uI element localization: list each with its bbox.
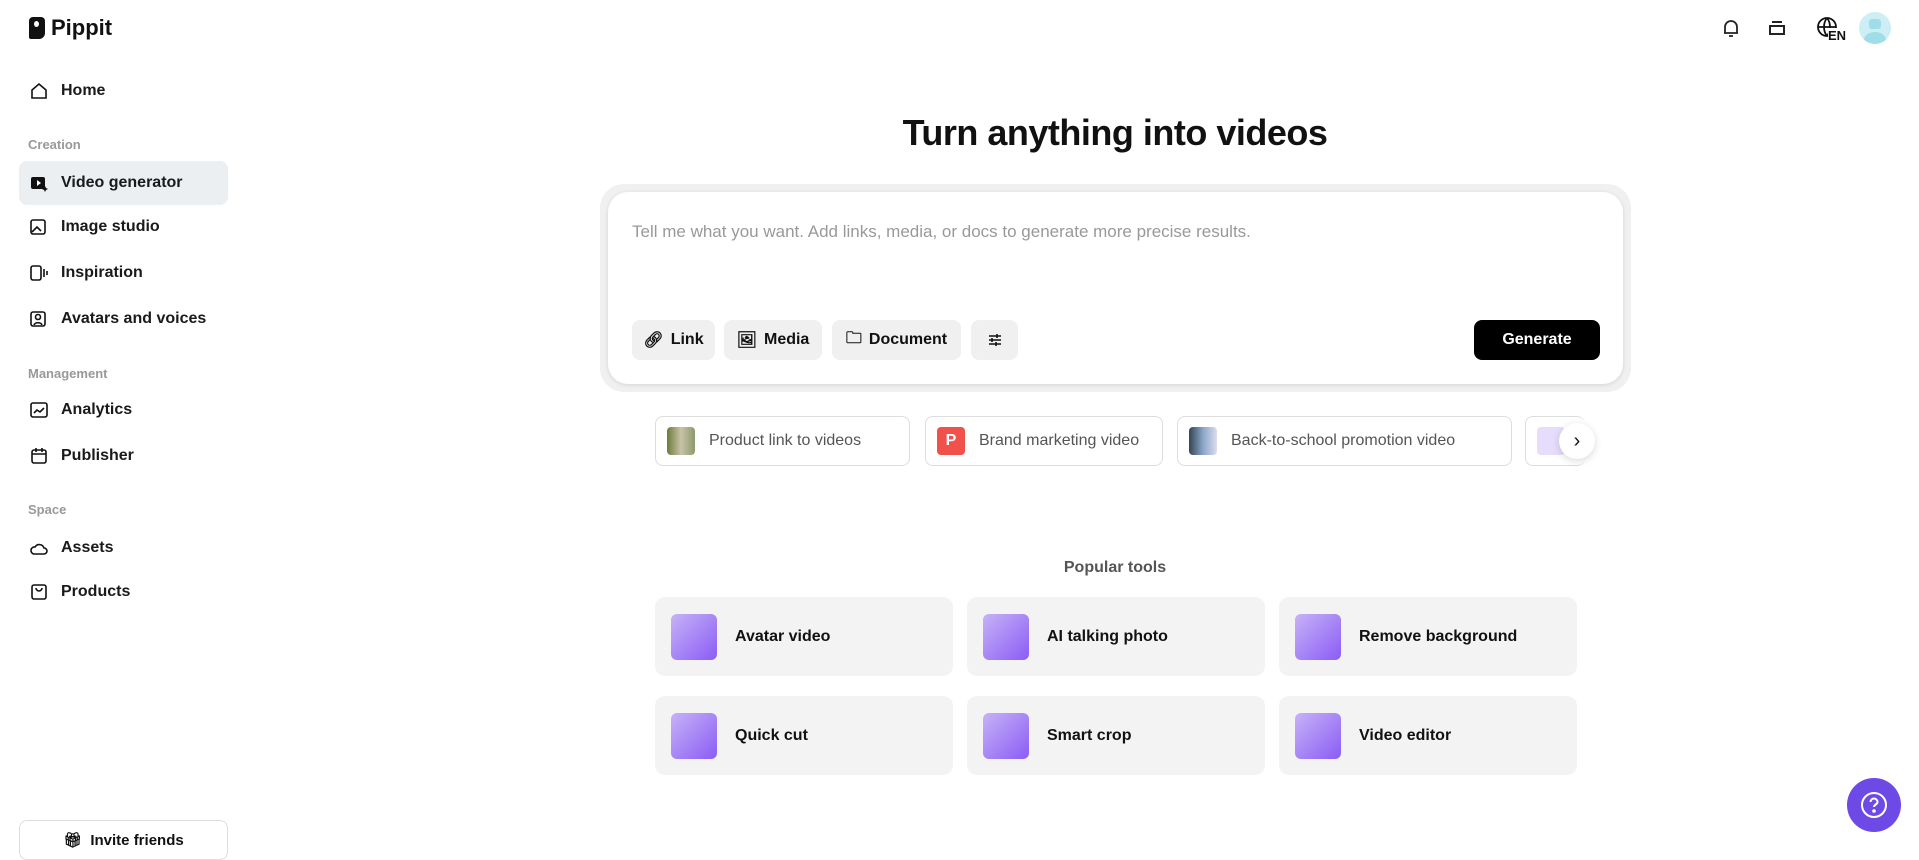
sidebar-item-inspiration[interactable]: Inspiration (19, 251, 228, 295)
popular-tools-heading: Popular tools (1063, 559, 1167, 576)
document-button[interactable]: 🗀︎ Document (832, 320, 961, 360)
sidebar-item-analytics[interactable]: Analytics (19, 388, 228, 432)
sidebar-item-publisher[interactable]: Publisher (19, 434, 228, 478)
subscription-icon[interactable] (1763, 14, 1791, 42)
bag-icon (31, 584, 47, 600)
avatar-icon (30, 311, 46, 327)
analytics-icon (30, 402, 48, 418)
tool-thumbnail (1295, 712, 1341, 759)
sidebar-item-video-generator[interactable]: Video generator (19, 161, 228, 205)
invite-friends-button[interactable]: 🎁︎ Invite friends (19, 820, 228, 860)
generate-button[interactable]: Generate (1474, 320, 1600, 360)
tool-quick-cut[interactable]: Quick cut (655, 696, 953, 775)
chip-thumbnail (1189, 427, 1217, 455)
suggestion-chip[interactable]: P Brand marketing video (925, 416, 1163, 466)
notification-bell-icon[interactable] (1717, 14, 1745, 42)
media-button[interactable]: 🖼︎ Media (724, 320, 822, 360)
folder-icon: 🗀︎ (845, 329, 862, 347)
sidebar-item-image-studio[interactable]: Image studio (19, 205, 228, 249)
image-icon: 🖼︎ (736, 332, 757, 349)
suggestion-chip[interactable]: Product link to videos (655, 416, 910, 466)
tool-thumbnail (671, 613, 717, 660)
chip-thumbnail (667, 427, 695, 455)
tool-avatar-video[interactable]: Avatar video (655, 597, 953, 676)
image-studio-icon (30, 219, 46, 235)
sidebar-item-avatars-and-voices[interactable]: Avatars and voices (19, 297, 228, 341)
tool-remove-background[interactable]: Remove background (1279, 597, 1577, 676)
link-button[interactable]: 🔗︎ Link (632, 320, 715, 360)
user-avatar[interactable] (1859, 12, 1891, 44)
section-management: Management (28, 366, 108, 381)
settings-button[interactable] (971, 320, 1018, 360)
prompt-placeholder[interactable]: Tell me what you want. Add links, media,… (632, 222, 1251, 242)
suggestion-chip[interactable]: Back-to-school promotion video (1177, 416, 1512, 466)
tool-thumbnail (983, 613, 1029, 660)
page-title: Turn anything into videos (902, 112, 1328, 153)
sliders-icon (988, 334, 1001, 346)
calendar-icon (31, 448, 47, 464)
inspiration-icon (30, 265, 48, 281)
language-globe-icon[interactable]: EN (1810, 14, 1847, 43)
sidebar-item-home[interactable]: Home (19, 69, 228, 113)
link-icon: 🔗︎ (643, 332, 664, 349)
chevron-right-icon[interactable]: › (1559, 423, 1595, 459)
video-generator-icon (31, 177, 48, 192)
gift-icon: 🎁︎ (63, 832, 83, 849)
tool-smart-crop[interactable]: Smart crop (967, 696, 1265, 775)
pippit-logo-icon (29, 17, 45, 39)
tool-ai-talking-photo[interactable]: AI talking photo (967, 597, 1265, 676)
tool-thumbnail (1295, 613, 1341, 660)
tool-video-editor[interactable]: Video editor (1279, 696, 1577, 775)
brand-logo[interactable]: Pippit (29, 15, 112, 41)
home-icon (31, 82, 47, 99)
tool-thumbnail (671, 712, 717, 759)
cloud-icon (30, 543, 48, 555)
section-space: Space (28, 502, 67, 517)
chip-badge: P (937, 427, 965, 455)
help-button[interactable] (1847, 778, 1901, 832)
tool-thumbnail (983, 712, 1029, 759)
help-icon (1861, 792, 1887, 818)
